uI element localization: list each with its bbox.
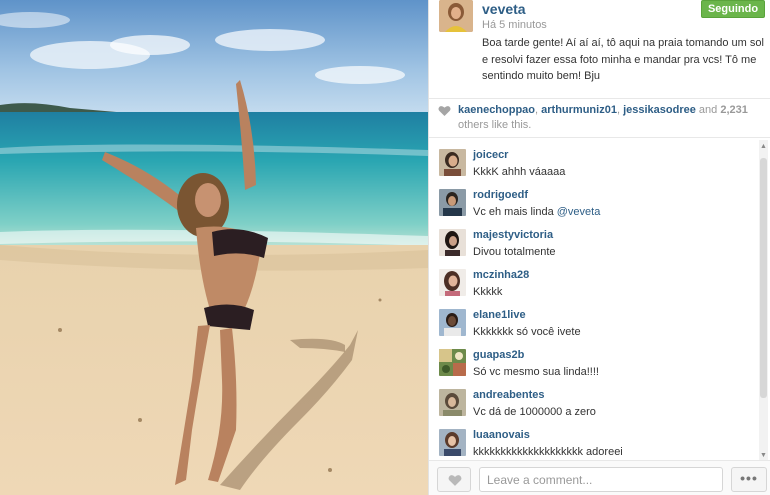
- comment-text: Kkkkkkk só você ivete: [473, 326, 581, 338]
- following-button[interactable]: Seguindo: [701, 0, 765, 18]
- comment-item: joicecr KkkK ahhh váaaaa: [429, 140, 759, 180]
- post-photo[interactable]: [0, 0, 428, 495]
- liker-username[interactable]: jessikasodree: [623, 104, 696, 116]
- post-details-panel: veveta Há 5 minutos Seguindo Boa tarde g…: [428, 0, 770, 495]
- heart-icon: [448, 475, 462, 486]
- post-caption: Boa tarde gente! Aí aí aí, tô aqui na pr…: [482, 37, 764, 82]
- commenter-avatar[interactable]: [439, 269, 466, 296]
- commenter-avatar[interactable]: [439, 149, 466, 176]
- comment-item: andreabentes Vc dá de 1000000 a zero: [429, 380, 759, 420]
- likes-count[interactable]: 2,231: [720, 104, 748, 116]
- comment-input[interactable]: [479, 467, 723, 492]
- scroll-up-arrow-icon[interactable]: ▲: [760, 143, 767, 150]
- beach-photo-image: [0, 0, 428, 495]
- author-username[interactable]: veveta: [482, 1, 526, 17]
- commenter-avatar[interactable]: [439, 429, 466, 456]
- commenter-username[interactable]: mczinha28: [473, 269, 529, 281]
- comment-item: majestyvictoria Divou totalmente: [429, 220, 759, 260]
- comment-bar: •••: [429, 460, 770, 495]
- commenter-avatar[interactable]: [439, 389, 466, 416]
- commenter-username[interactable]: luaanovais: [473, 429, 530, 441]
- comment-text: Só vc mesmo sua linda!!!!: [473, 366, 599, 378]
- comment-text: Vc dá de 1000000 a zero: [473, 406, 596, 418]
- comment-item: elane1live Kkkkkkk só você ivete: [429, 300, 759, 340]
- liker-username[interactable]: arthurmuniz01: [541, 104, 617, 116]
- comment-item: luaanovais kkkkkkkkkkkkkkkkkkkk adoreei: [429, 420, 759, 460]
- comment-text: Kkkkk: [473, 286, 503, 298]
- commenter-username[interactable]: guapas2b: [473, 349, 524, 361]
- comment-text: kkkkkkkkkkkkkkkkkkkk adoreei: [473, 446, 623, 458]
- commenter-username[interactable]: andreabentes: [473, 389, 545, 401]
- more-options-button[interactable]: •••: [731, 467, 767, 492]
- comment-item: rodrigoedf Vc eh mais linda @veveta: [429, 180, 759, 220]
- commenter-username[interactable]: majestyvictoria: [473, 229, 553, 241]
- liker-username[interactable]: kaenechoppao: [458, 104, 535, 116]
- commenter-avatar[interactable]: [439, 229, 466, 256]
- comment-item: mczinha28 Kkkkk: [429, 260, 759, 300]
- scroll-down-arrow-icon[interactable]: ▼: [760, 452, 767, 459]
- like-button[interactable]: [437, 467, 471, 492]
- post-timestamp: Há 5 minutos: [482, 19, 547, 31]
- heart-icon: [438, 106, 451, 116]
- likes-text: kaenechoppao, arthurmuniz01, jessikasodr…: [458, 104, 748, 131]
- likes-section: kaenechoppao, arthurmuniz01, jessikasodr…: [429, 98, 770, 138]
- commenter-avatar[interactable]: [439, 349, 466, 376]
- comments-scrollbar[interactable]: ▲ ▼: [759, 140, 768, 462]
- comment-text: Divou totalmente: [473, 246, 556, 258]
- mention-link[interactable]: @veveta: [557, 206, 601, 218]
- commenter-avatar[interactable]: [439, 189, 466, 216]
- comment-text: KkkK ahhh váaaaa: [473, 166, 566, 178]
- author-avatar[interactable]: [439, 0, 473, 32]
- commenter-username[interactable]: joicecr: [473, 149, 508, 161]
- instagram-post-view: veveta Há 5 minutos Seguindo Boa tarde g…: [0, 0, 770, 495]
- commenter-avatar[interactable]: [439, 309, 466, 336]
- commenter-username[interactable]: rodrigoedf: [473, 189, 528, 201]
- scrollbar-thumb[interactable]: [760, 158, 767, 398]
- commenter-username[interactable]: elane1live: [473, 309, 526, 321]
- comment-text: Vc eh mais linda @veveta: [473, 206, 601, 218]
- comments-list: joicecr KkkK ahhh váaaaa rodrigoedf Vc e…: [429, 140, 770, 460]
- comment-item: guapas2b Só vc mesmo sua linda!!!!: [429, 340, 759, 380]
- post-header: veveta Há 5 minutos Seguindo Boa tarde g…: [429, 0, 770, 98]
